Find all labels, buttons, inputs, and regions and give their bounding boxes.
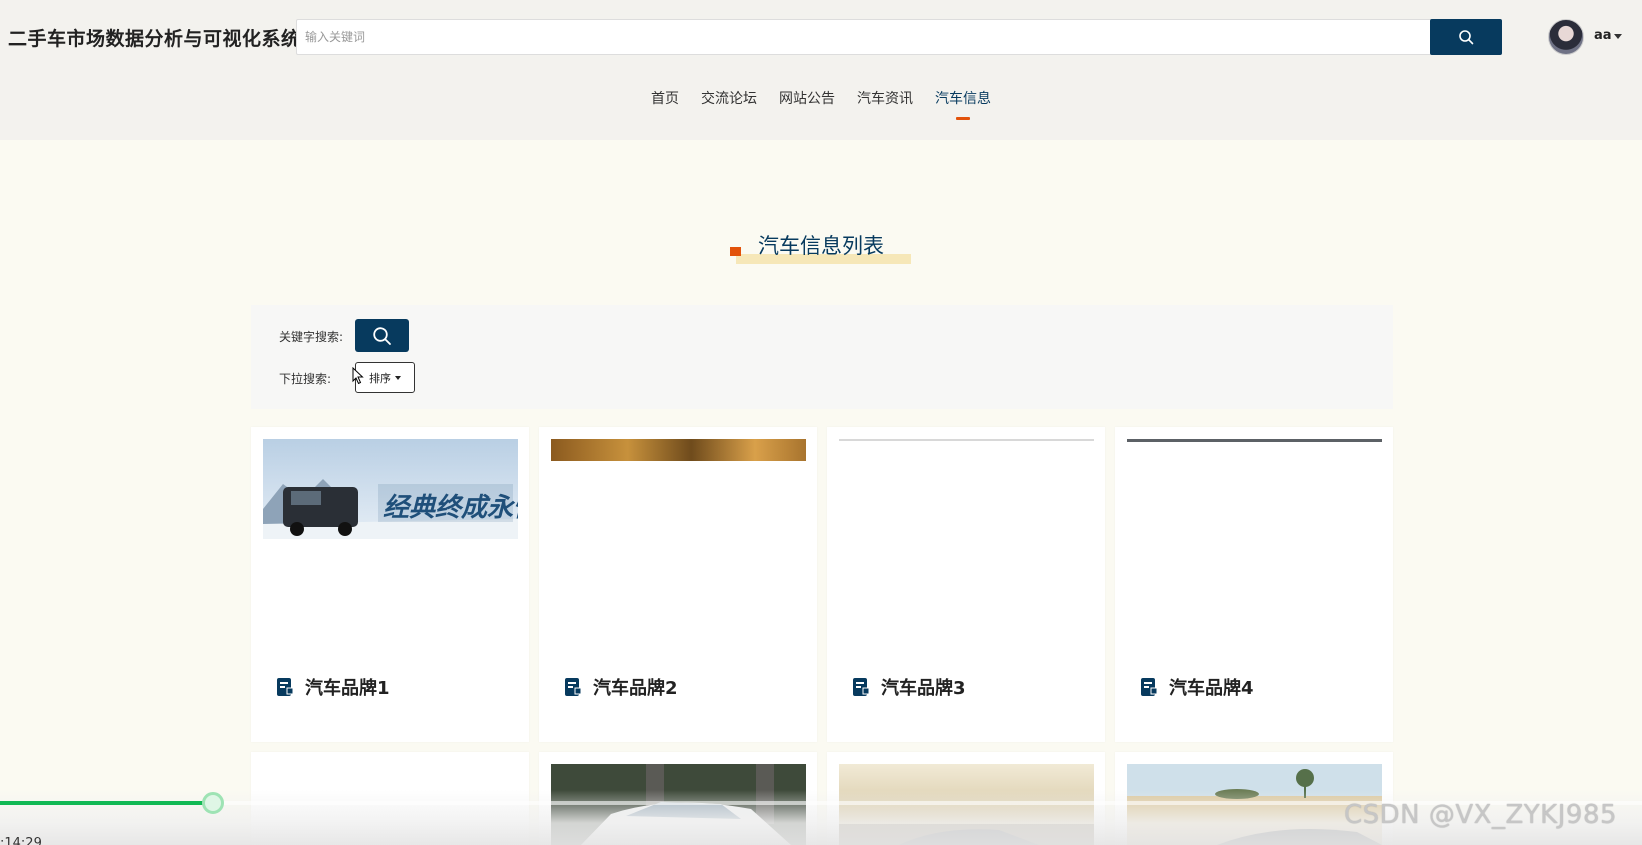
nav-item-forum[interactable]: 交流论坛 [701,88,757,120]
flag-icon [730,247,741,256]
nav-item-home[interactable]: 首页 [651,88,679,120]
car-banner-image: 经典终成永恒 [263,439,518,539]
nav-item-car-news[interactable]: 汽车资讯 [857,88,913,120]
sort-dropdown-label: 排序 [369,371,391,385]
card-title-text: 汽车品牌1 [305,678,390,699]
search-input[interactable] [297,20,1427,54]
document-icon [853,678,869,696]
card-title[interactable]: 汽车品牌4 [1141,674,1254,700]
sort-dropdown[interactable]: 排序 [355,362,415,393]
car-card[interactable]: 经典终成永恒 汽车品牌1 [251,427,529,742]
watermark-text: CSDN @VX_ZYKJ985 [1344,800,1618,830]
search-icon [1459,30,1474,45]
site-brand-title[interactable]: 二手车市场数据分析与可视化系统 [8,24,301,51]
keyword-search-button[interactable] [355,319,409,352]
user-avatar[interactable] [1548,19,1584,55]
nav-item-car-info[interactable]: 汽车信息 [935,88,991,120]
card-title-text: 汽车品牌3 [881,678,966,699]
top-header: 二手车市场数据分析与可视化系统 aa 首页 交流论坛 网站公告 汽车资讯 汽车信… [0,0,1642,140]
video-time: :14:29 [0,836,42,845]
video-progress-fill [0,801,214,805]
chevron-down-icon[interactable] [1614,34,1622,39]
card-title-text: 汽车品牌2 [593,678,678,699]
car-image[interactable]: 经典终成永恒 [263,439,518,539]
car-card[interactable]: 汽车品牌4 [1115,427,1393,742]
search-button[interactable] [1430,19,1502,55]
card-title[interactable]: 汽车品牌3 [853,674,966,700]
car-card[interactable]: 汽车品牌3 [827,427,1105,742]
document-icon [1141,678,1157,696]
card-title[interactable]: 汽车品牌1 [277,674,390,700]
search-icon [373,326,391,345]
dropdown-search-label: 下拉搜索: [279,372,332,386]
car-image[interactable] [839,439,1094,441]
banner-text: 经典终成永恒 [383,493,518,523]
section-title-block: 汽车信息列表 [730,230,911,270]
car-image[interactable] [1127,439,1382,442]
main-nav: 首页 交流论坛 网站公告 汽车资讯 汽车信息 [0,88,1642,120]
search-field-wrap [296,19,1502,55]
car-card[interactable]: 汽车品牌2 [539,427,817,742]
keyword-search-label: 关键字搜索: [279,330,344,344]
card-title-text: 汽车品牌4 [1169,678,1254,699]
page-title: 汽车信息列表 [758,234,884,258]
car-image[interactable] [551,439,806,461]
user-name[interactable]: aa [1594,28,1612,43]
nav-item-announcements[interactable]: 网站公告 [779,88,835,120]
mouse-cursor-icon [352,367,364,385]
filter-panel: 关键字搜索: 下拉搜索: 排序 [251,305,1393,409]
caret-down-icon [395,375,401,380]
card-title[interactable]: 汽车品牌2 [565,674,678,700]
document-icon [277,678,293,696]
document-icon [565,678,581,696]
